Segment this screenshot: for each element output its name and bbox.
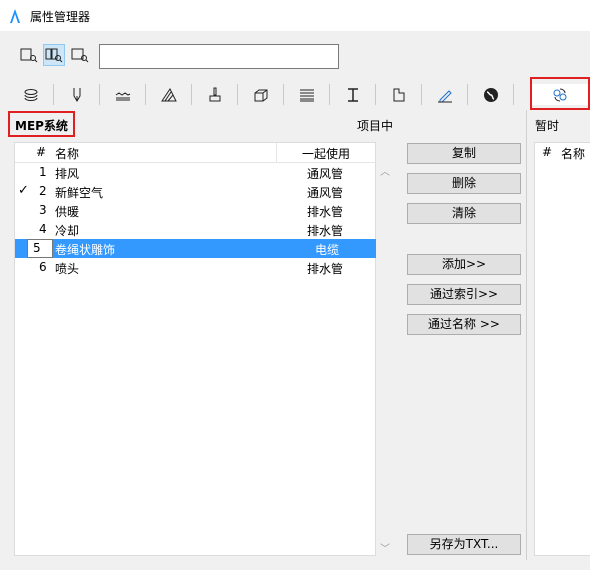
tab-pen-sets[interactable] <box>422 84 468 105</box>
tab-zones[interactable] <box>376 84 422 105</box>
row-name: 排风 <box>55 167 80 181</box>
list-header: # 名称 一起使用 <box>15 143 375 163</box>
row-name: 喷头 <box>55 262 80 276</box>
profile-icon <box>347 87 358 102</box>
preview-view-icon <box>71 48 89 63</box>
copy-button[interactable]: 复制 <box>407 143 521 164</box>
window-title: 属性管理器 <box>30 10 91 24</box>
tab-layers[interactable] <box>8 84 54 105</box>
table-row[interactable]: ✓ 2 新鲜空气 通风管 <box>15 182 375 201</box>
building-material-icon <box>254 89 267 101</box>
attribute-tabs <box>8 84 588 105</box>
row-used-with: 通风管 <box>307 186 344 200</box>
globe-icon <box>483 87 498 102</box>
view-details-button[interactable] <box>43 44 65 66</box>
row-number: 4 <box>39 222 47 236</box>
column-separator[interactable] <box>276 143 277 162</box>
tab-pens[interactable] <box>54 84 100 105</box>
surface-icon <box>160 87 177 101</box>
check-icon[interactable]: ✓ <box>18 183 29 198</box>
hatch-icon <box>299 89 314 101</box>
highlight-mep-tab <box>530 77 590 110</box>
add-by-name-button[interactable]: 通过名称 >> <box>407 314 521 335</box>
column-header-number[interactable]: # <box>36 145 46 159</box>
table-row[interactable]: 1 排风 通风管 <box>15 163 375 182</box>
clear-button[interactable]: 清除 <box>407 203 521 224</box>
zone-icon <box>393 88 404 101</box>
details-view-icon <box>45 48 63 63</box>
row-number: 3 <box>39 203 47 217</box>
view-preview-button[interactable] <box>69 44 91 66</box>
column-header-name[interactable]: 名称 <box>55 145 79 162</box>
view-list-button[interactable] <box>18 44 40 66</box>
temporary-list[interactable]: # 名称 <box>534 142 590 556</box>
tab-building-materials[interactable] <box>238 84 284 105</box>
fill-icon <box>115 91 130 100</box>
pen-icon <box>73 87 80 102</box>
row-used-with: 通风管 <box>307 167 344 181</box>
table-row-selected[interactable]: 5 卷绳状雕饰 电缆 <box>15 239 376 258</box>
section-label-project: 项目中 <box>357 119 394 133</box>
add-button[interactable]: 添加>> <box>407 254 521 275</box>
tab-fills[interactable] <box>146 84 192 105</box>
column-header-name[interactable]: 名称 <box>561 145 585 162</box>
row-name: 卷绳状雕饰 <box>55 243 116 257</box>
row-name: 供暖 <box>55 205 80 219</box>
delete-button[interactable]: 删除 <box>407 173 521 194</box>
column-header-used-with[interactable]: 一起使用 <box>302 145 350 162</box>
table-row[interactable]: 6 喷头 排水管 <box>15 258 375 277</box>
row-name: 新鲜空气 <box>55 186 104 200</box>
add-by-index-button[interactable]: 通过索引>> <box>407 284 521 305</box>
scroll-up-icon[interactable]: ︿ <box>380 163 390 178</box>
scroll-down-icon[interactable]: ﹀ <box>380 540 390 555</box>
search-input[interactable] <box>99 44 339 69</box>
title-bar: 属性管理器 <box>0 0 590 31</box>
row-number: 2 <box>39 184 47 198</box>
row-number: 6 <box>39 260 47 274</box>
row-number-edit-field[interactable]: 5 <box>27 239 53 258</box>
table-row[interactable]: 4 冷却 排水管 <box>15 220 375 239</box>
tab-line-types[interactable] <box>100 84 146 105</box>
layers-icon <box>24 88 37 101</box>
app-icon <box>10 9 20 23</box>
row-used-with: 电缆 <box>315 243 340 257</box>
table-row[interactable]: 3 供暖 排水管 <box>15 201 375 220</box>
row-number: 1 <box>39 165 47 179</box>
row-name: 冷却 <box>55 224 80 238</box>
brush-icon <box>209 87 220 101</box>
tab-profiles[interactable] <box>330 84 376 105</box>
highlight-panel-title <box>8 111 75 137</box>
tab-locations[interactable] <box>468 84 514 105</box>
tab-composites[interactable] <box>284 84 330 105</box>
row-used-with: 排水管 <box>307 205 344 219</box>
tab-surfaces[interactable] <box>192 84 238 105</box>
pen-set-icon <box>437 89 452 102</box>
save-as-txt-button[interactable]: 另存为TXT... <box>407 534 521 555</box>
section-label-temporary: 暂时 <box>535 119 560 133</box>
row-used-with: 排水管 <box>307 224 344 238</box>
panel-divider <box>526 110 527 560</box>
row-used-with: 排水管 <box>307 262 344 276</box>
mep-system-list[interactable]: # 名称 一起使用 1 排风 通风管 ✓ 2 新鲜空气 通风管 3 供暖 排水管… <box>14 142 376 556</box>
list-view-icon <box>20 48 38 63</box>
column-header-number[interactable]: # <box>542 145 552 159</box>
